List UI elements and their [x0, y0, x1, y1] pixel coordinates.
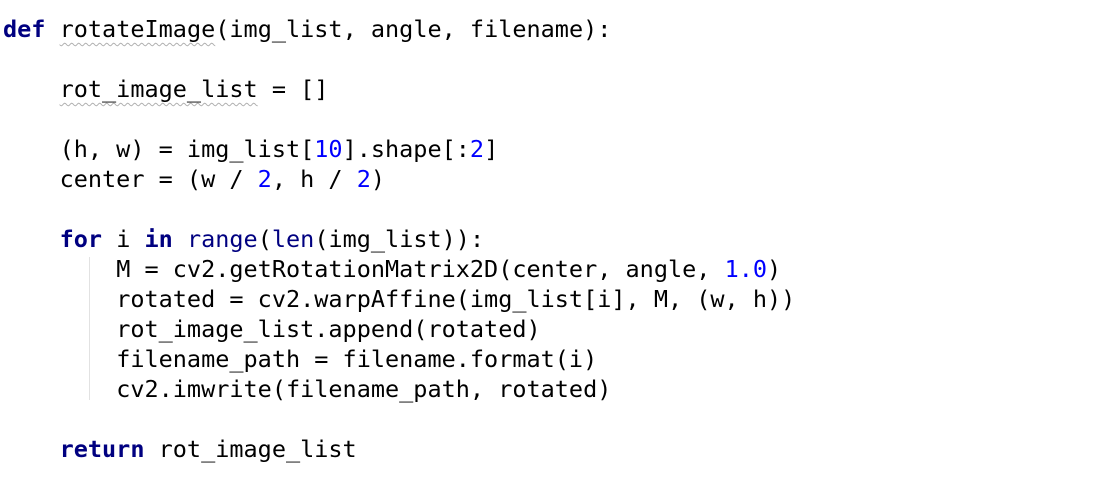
shape-mid: ].shape[: — [342, 135, 470, 163]
filename-format-call: filename_path = filename.format(i) — [116, 345, 598, 373]
return-value: rot_image_list — [144, 435, 357, 463]
rotation-matrix-close: ) — [767, 255, 782, 283]
code-line-append[interactable]: rot_image_list.append(rotated) — [3, 314, 541, 344]
function-name: rotateImage — [59, 15, 216, 43]
assignment-empty-list: = [] — [257, 75, 329, 103]
shape-close: ] — [484, 135, 499, 163]
warp-affine-call: rotated = cv2.warpAffine(img_list[i], M,… — [116, 285, 796, 313]
code-line-imwrite[interactable]: cv2.imwrite(filename_path, rotated) — [3, 374, 611, 404]
number-literal-2: 2 — [469, 135, 485, 163]
keyword-def: def — [3, 15, 46, 43]
loop-space — [173, 225, 187, 253]
center-lhs: center = (w / — [59, 165, 258, 193]
shape-lhs: (h, w) = img_list[ — [59, 135, 315, 163]
number-literal-2: 2 — [257, 165, 272, 193]
code-line-rotation-matrix[interactable]: M = cv2.getRotationMatrix2D(center, angl… — [3, 254, 781, 284]
code-line-def[interactable]: def rotateImage(img_list, angle, filenam… — [3, 14, 611, 44]
keyword-for: for — [59, 225, 103, 253]
code-line-shape[interactable]: (h, w) = img_list[10].shape[:2] — [3, 134, 499, 164]
loop-paren: ( — [257, 225, 272, 253]
number-literal-10: 10 — [314, 135, 343, 163]
center-mid: , h / — [271, 165, 357, 193]
code-line-return[interactable]: return rot_image_list — [3, 434, 357, 464]
number-literal-1-0: 1.0 — [724, 255, 768, 283]
code-line-for-loop[interactable]: for i in range(len(img_list)): — [3, 224, 485, 254]
loop-variable: i — [102, 225, 145, 253]
code-line-warp-affine[interactable]: rotated = cv2.warpAffine(img_list[i], M,… — [3, 284, 795, 314]
imwrite-call: cv2.imwrite(filename_path, rotated) — [116, 375, 612, 403]
number-literal-2: 2 — [356, 165, 371, 193]
keyword-return: return — [59, 435, 145, 463]
center-close: ) — [370, 165, 386, 193]
code-line-center[interactable]: center = (w / 2, h / 2) — [3, 164, 385, 194]
code-editor[interactable]: def rotateImage(img_list, angle, filenam… — [0, 0, 1109, 495]
keyword-in: in — [144, 225, 173, 253]
code-line-rot-image-list-init[interactable]: rot_image_list = [] — [3, 74, 329, 104]
append-call: rot_image_list.append(rotated) — [116, 315, 541, 343]
function-params: (img_list, angle, filename): — [215, 15, 612, 43]
builtin-len: len — [271, 225, 315, 253]
loop-rest: (img_list)): — [314, 225, 485, 253]
rotation-matrix-call: M = cv2.getRotationMatrix2D(center, angl… — [116, 255, 725, 283]
builtin-range: range — [186, 225, 258, 253]
code-line-filename-format[interactable]: filename_path = filename.format(i) — [3, 344, 597, 374]
variable-rot-image-list: rot_image_list — [59, 75, 258, 103]
